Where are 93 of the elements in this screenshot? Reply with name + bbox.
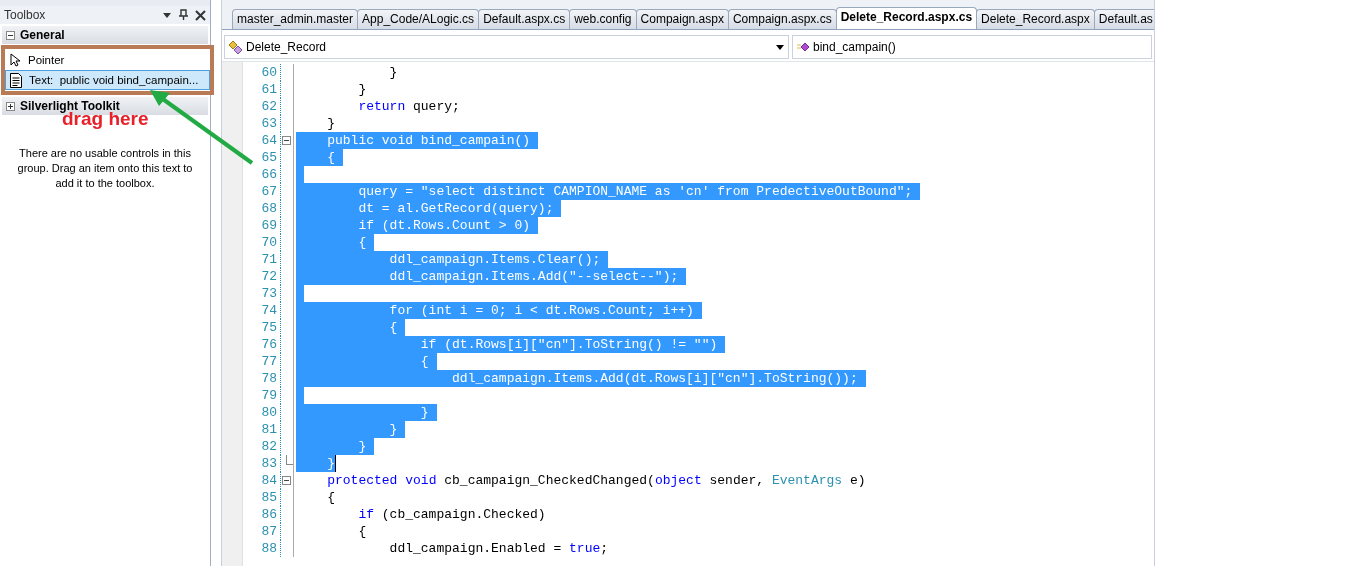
code-text: cb_campaign_CheckedChanged( xyxy=(443,472,655,489)
line-number: 67 xyxy=(260,184,278,199)
document-icon xyxy=(9,72,23,88)
line-number: 73 xyxy=(260,286,278,301)
file-tab[interactable]: App_Code/ALogic.cs xyxy=(357,9,480,29)
collapse-icon[interactable] xyxy=(6,30,15,40)
line-number: 79 xyxy=(260,388,278,403)
empty-group-message: There are no usable controls in this group. Drag an item onto this text to add it to the toolbox. xyxy=(16,146,194,191)
line-number: 85 xyxy=(260,490,278,505)
line-number: 88 xyxy=(260,541,278,556)
line-number: 70 xyxy=(260,235,278,250)
line-number: 75 xyxy=(260,320,278,335)
code-text: e) xyxy=(848,472,866,489)
line-number: 62 xyxy=(260,99,278,114)
code-text: } xyxy=(296,455,335,472)
line-number: 82 xyxy=(260,439,278,454)
code-text: } xyxy=(357,81,367,98)
toolbox-item[interactable]: Text: public void bind_campain... xyxy=(5,70,210,90)
type-dropdown[interactable]: Delete_Record xyxy=(224,35,789,59)
collapse-icon[interactable] xyxy=(282,476,291,485)
line-number: 68 xyxy=(260,201,278,216)
code-text: sender, xyxy=(708,472,766,489)
code-text: (cb_campaign.Checked) xyxy=(380,506,546,523)
code-text: } xyxy=(296,404,429,421)
code-text: public void bind_campain() xyxy=(296,132,531,149)
line-number: 87 xyxy=(260,524,278,539)
code-text: for (int i = 0; i < dt.Rows.Count; i++) xyxy=(296,302,694,319)
file-tab[interactable]: Default.as xyxy=(1093,9,1154,29)
code-text: ddl_campaign.Enabled = xyxy=(388,540,563,557)
line-number: 74 xyxy=(260,303,278,318)
class-icon xyxy=(229,39,243,55)
code-text: object xyxy=(654,472,702,489)
code-text: ddl_campaign.Items.Clear(); xyxy=(296,251,601,268)
file-tab[interactable]: Compaign.aspx xyxy=(635,9,729,29)
code-text: if (dt.Rows.Count > 0) xyxy=(296,217,531,234)
close-icon[interactable] xyxy=(195,9,206,21)
line-number: 69 xyxy=(260,218,278,233)
line-number: 72 xyxy=(260,269,278,284)
code-text: { xyxy=(296,234,367,251)
line-number: 86 xyxy=(260,507,278,522)
code-text: { xyxy=(296,149,335,166)
member-dropdown[interactable]: bind_campain() xyxy=(792,35,1152,59)
code-text: { xyxy=(296,319,398,336)
line-number: 65 xyxy=(260,150,278,165)
code-text: } xyxy=(296,438,367,455)
toolbox-item[interactable]: Pointer xyxy=(5,50,210,70)
line-number: 64 xyxy=(260,133,278,148)
line-number: 60 xyxy=(260,65,278,80)
code-text: ddl_campaign.Items.Add(dt.Rows[i]["cn"].ToString()); xyxy=(296,370,858,387)
expand-icon[interactable] xyxy=(6,101,15,111)
file-tab[interactable]: Default.aspx.cs xyxy=(478,9,571,29)
file-tab[interactable]: Delete_Record.aspx xyxy=(976,9,1095,29)
code-text: protected xyxy=(326,472,398,489)
pointer-icon xyxy=(9,53,22,67)
line-number: 63 xyxy=(260,116,278,131)
line-number: 84 xyxy=(260,473,278,488)
code-text: ; xyxy=(600,540,609,557)
line-number: 71 xyxy=(260,252,278,267)
line-number: 78 xyxy=(260,371,278,386)
code-text: { xyxy=(326,489,335,506)
code-text: } xyxy=(388,64,398,81)
collapse-icon[interactable] xyxy=(282,136,291,145)
panel-title: Toolbox xyxy=(4,8,47,22)
file-tab[interactable]: master_admin.master xyxy=(232,9,359,29)
code-text: query = "select distinct CAMPION_NAME as 'cn' from PredectiveOutBound"; xyxy=(296,183,913,200)
pin-icon[interactable] xyxy=(178,9,189,21)
code-text: if xyxy=(357,506,374,523)
code-text: } xyxy=(326,115,335,132)
line-number: 61 xyxy=(260,82,278,97)
method-icon xyxy=(797,41,810,53)
code-text: true xyxy=(569,540,601,557)
line-number: 77 xyxy=(260,354,278,369)
dropdown-icon[interactable] xyxy=(162,10,172,20)
code-text: } xyxy=(296,421,398,438)
line-number: 81 xyxy=(260,422,278,437)
code-text: return xyxy=(357,98,406,115)
code-text: dt = al.GetRecord(query); xyxy=(296,200,554,217)
group-header[interactable]: General xyxy=(2,25,208,44)
code-text: { xyxy=(357,523,367,540)
file-tab[interactable]: web.config xyxy=(569,9,637,29)
file-tab[interactable]: Compaign.aspx.cs xyxy=(727,9,837,29)
file-tab[interactable]: Delete_Record.aspx.cs xyxy=(835,7,978,29)
code-text: ddl_campaign.Items.Add("--select--"); xyxy=(296,268,679,285)
code-text: if (dt.Rows[i]["cn"].ToString() != "") xyxy=(296,336,718,353)
line-number: 76 xyxy=(260,337,278,352)
code-text: query; xyxy=(412,98,460,115)
caret-icon[interactable] xyxy=(776,44,784,50)
code-text: { xyxy=(296,353,429,370)
line-number: 83 xyxy=(260,456,278,471)
line-number: 80 xyxy=(260,405,278,420)
code-text: void xyxy=(404,472,437,489)
line-number: 66 xyxy=(260,167,278,182)
code-text: EventArgs xyxy=(771,472,843,489)
